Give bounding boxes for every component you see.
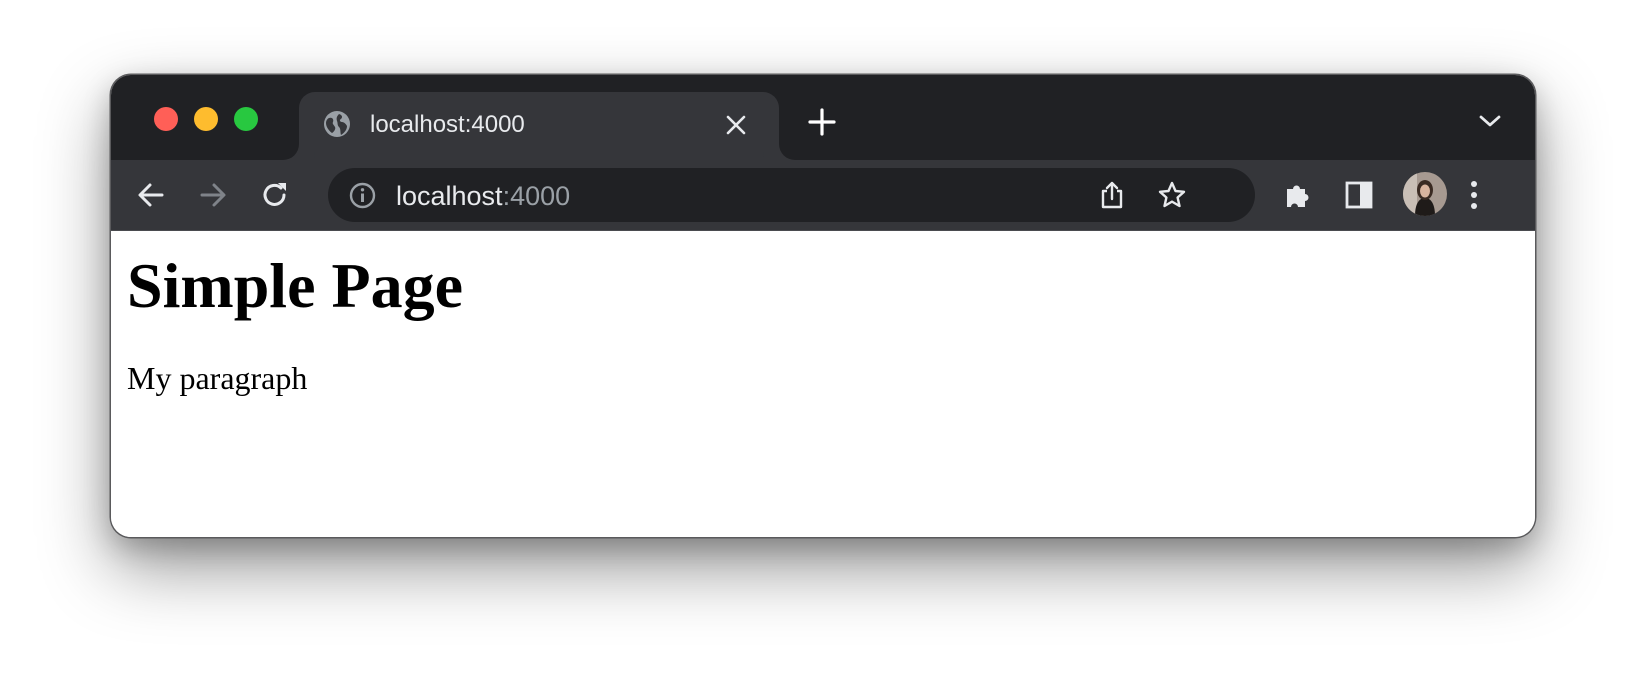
zoom-window-button[interactable] xyxy=(234,107,258,131)
arrow-right-icon[interactable] xyxy=(197,179,229,211)
url-port: :4000 xyxy=(502,181,571,211)
chevron-down-icon[interactable] xyxy=(1477,111,1503,131)
kebab-menu-icon[interactable] xyxy=(1464,178,1484,212)
info-icon[interactable] xyxy=(349,182,376,209)
globe-icon xyxy=(324,111,350,137)
close-window-button[interactable] xyxy=(154,107,178,131)
toolbar: localhost:4000 xyxy=(111,160,1535,231)
reload-icon[interactable] xyxy=(259,179,291,211)
page-paragraph: My paragraph xyxy=(127,360,308,396)
profile-photo xyxy=(1403,172,1447,216)
tab-strip: localhost:4000 xyxy=(111,75,1535,160)
avatar[interactable] xyxy=(1403,172,1447,216)
page-heading: Simple Page xyxy=(127,250,463,321)
url-host: localhost xyxy=(396,181,503,211)
tab-title: localhost:4000 xyxy=(370,111,525,138)
plus-icon[interactable] xyxy=(807,107,837,137)
share-icon[interactable] xyxy=(1099,180,1125,210)
browser-window: localhost:4000 localhost:4000 Simple Pag… xyxy=(111,75,1535,537)
minimize-window-button[interactable] xyxy=(194,107,218,131)
tab-localhost[interactable]: localhost:4000 xyxy=(299,92,779,160)
arrow-left-icon[interactable] xyxy=(135,179,167,211)
address-bar[interactable]: localhost:4000 xyxy=(328,168,1255,222)
url-text[interactable]: localhost:4000 xyxy=(396,181,570,212)
side-panel-icon[interactable] xyxy=(1345,181,1373,209)
star-icon[interactable] xyxy=(1157,180,1187,210)
puzzle-icon[interactable] xyxy=(1283,180,1313,210)
close-icon[interactable] xyxy=(724,113,748,137)
page-content: Simple Page My paragraph xyxy=(111,231,1535,537)
